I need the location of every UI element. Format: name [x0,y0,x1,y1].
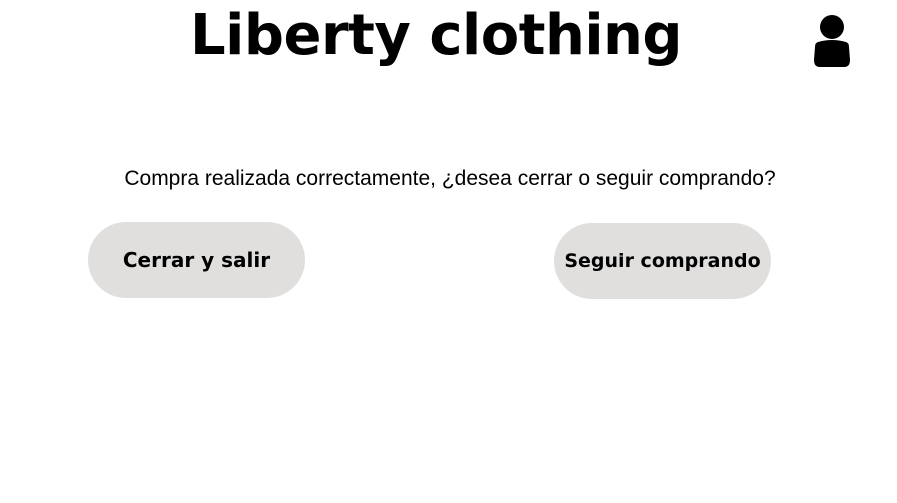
purchase-success-message: Compra realizada correctamente, ¿desea c… [124,167,776,190]
page-title: Liberty clothing [190,3,682,68]
user-icon[interactable] [812,14,852,69]
close-and-exit-button[interactable]: Cerrar y salir [88,222,305,298]
continue-shopping-button[interactable]: Seguir comprando [554,223,771,299]
